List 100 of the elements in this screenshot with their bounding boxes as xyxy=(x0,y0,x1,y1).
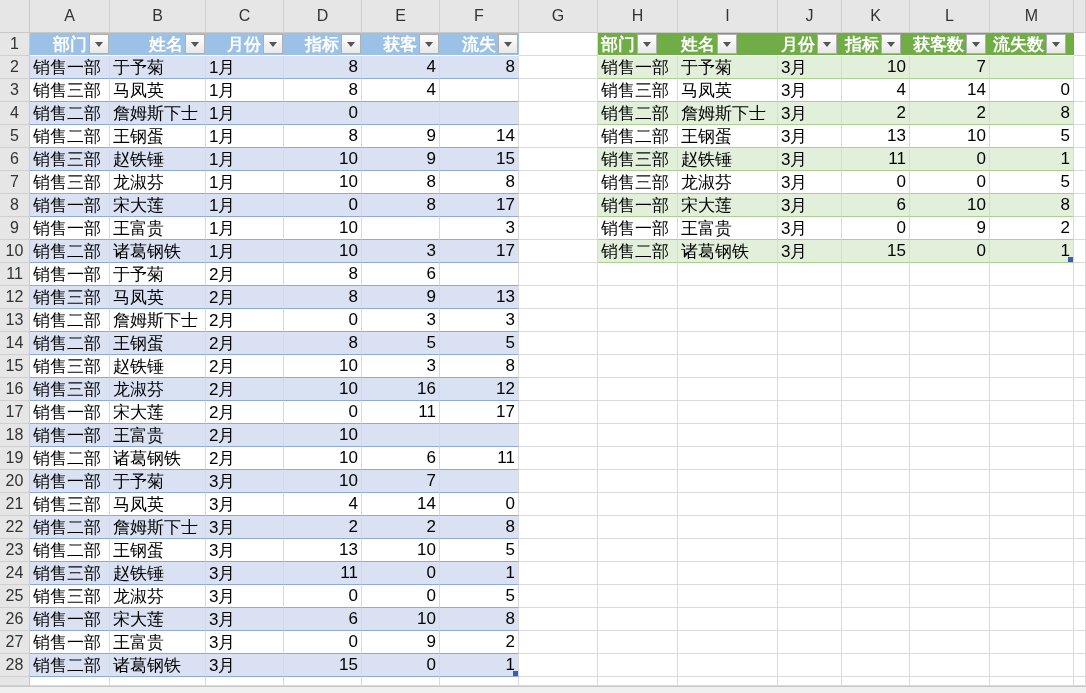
filter-button[interactable] xyxy=(341,34,361,54)
row-number[interactable]: 14 xyxy=(0,332,30,355)
column-letter[interactable]: E xyxy=(362,0,440,33)
empty-cell xyxy=(778,654,842,677)
row-number[interactable]: 11 xyxy=(0,263,30,286)
filter-button[interactable] xyxy=(89,34,109,54)
row-number[interactable]: 19 xyxy=(0,447,30,470)
table-cell: 1月 xyxy=(206,102,284,125)
table-cell: 0 xyxy=(362,585,440,608)
column-letter[interactable]: D xyxy=(284,0,362,33)
resize-handle[interactable] xyxy=(1068,257,1073,262)
column-letter[interactable]: J xyxy=(778,0,842,33)
table-cell: 13 xyxy=(284,539,362,562)
table-cell: 马凤英 xyxy=(110,493,206,516)
empty-cell xyxy=(778,516,842,539)
row-number[interactable]: 2 xyxy=(0,56,30,79)
row-number[interactable]: 4 xyxy=(0,102,30,125)
filter-button[interactable] xyxy=(419,34,439,54)
dropdown-arrow-icon xyxy=(723,41,731,47)
table-cell: 销售二部 xyxy=(30,102,110,125)
table-cell: 1月 xyxy=(206,194,284,217)
row-number[interactable]: 26 xyxy=(0,608,30,631)
table-cell: 宋大莲 xyxy=(678,194,778,217)
row-number[interactable]: 23 xyxy=(0,539,30,562)
row-number[interactable]: 16 xyxy=(0,378,30,401)
table-cell: 5 xyxy=(990,125,1074,148)
table-cell: 销售一部 xyxy=(30,470,110,493)
table-cell: 2 xyxy=(440,631,519,654)
table-cell: 9 xyxy=(362,286,440,309)
row-number[interactable]: 3 xyxy=(0,79,30,102)
column-letter[interactable]: M xyxy=(990,0,1074,33)
row-number[interactable]: 6 xyxy=(0,148,30,171)
table-cell: 销售一部 xyxy=(30,56,110,79)
table-cell: 于予菊 xyxy=(110,470,206,493)
table-cell: 销售一部 xyxy=(30,608,110,631)
row-number[interactable]: 27 xyxy=(0,631,30,654)
filter-button[interactable] xyxy=(966,34,986,54)
row-number[interactable]: 5 xyxy=(0,125,30,148)
table-cell: 销售二部 xyxy=(598,125,678,148)
filter-button[interactable] xyxy=(498,34,518,54)
empty-cell xyxy=(778,470,842,493)
table-cell: 销售三部 xyxy=(30,562,110,585)
table-cell: 王富贵 xyxy=(110,217,206,240)
table-cell: 0 xyxy=(284,194,362,217)
empty-cell xyxy=(1074,608,1086,631)
column-letter[interactable]: A xyxy=(30,0,110,33)
column-letter[interactable]: I xyxy=(678,0,778,33)
table-cell: 10 xyxy=(284,217,362,240)
filter-button[interactable] xyxy=(263,34,283,54)
row-number[interactable]: 18 xyxy=(0,424,30,447)
row-number[interactable]: 22 xyxy=(0,516,30,539)
row-number[interactable]: 25 xyxy=(0,585,30,608)
row-number[interactable]: 20 xyxy=(0,470,30,493)
filter-button[interactable] xyxy=(637,34,657,54)
table-cell: 3 xyxy=(362,355,440,378)
empty-cell xyxy=(1074,332,1086,355)
column-letter[interactable]: C xyxy=(206,0,284,33)
table-cell: 13 xyxy=(440,286,519,309)
column-letter[interactable]: L xyxy=(910,0,990,33)
column-letter[interactable]: B xyxy=(110,0,206,33)
table-cell: 4 xyxy=(362,79,440,102)
column-letter[interactable]: H xyxy=(598,0,678,33)
row-number[interactable]: 28 xyxy=(0,654,30,677)
row-number[interactable]: 9 xyxy=(0,217,30,240)
table-cell: 13 xyxy=(842,125,910,148)
table-cell: 0 xyxy=(842,217,910,240)
filter-button[interactable] xyxy=(881,34,901,54)
table-cell: 11 xyxy=(440,447,519,470)
table-cell: 8 xyxy=(284,286,362,309)
table-cell: 詹姆斯下士 xyxy=(678,102,778,125)
table-cell: 8 xyxy=(284,125,362,148)
header-label: 姓名 xyxy=(681,33,715,56)
filter-button[interactable] xyxy=(717,34,737,54)
table-cell: 7 xyxy=(362,470,440,493)
column-letter[interactable]: G xyxy=(519,0,598,33)
row-number[interactable]: 21 xyxy=(0,493,30,516)
table-cell: 4 xyxy=(842,79,910,102)
column-letter[interactable]: K xyxy=(842,0,910,33)
empty-cell xyxy=(842,332,910,355)
row-number[interactable]: 13 xyxy=(0,309,30,332)
column-letter[interactable]: F xyxy=(440,0,519,33)
row-number[interactable]: 15 xyxy=(0,355,30,378)
table-cell: 3月 xyxy=(778,240,842,263)
empty-cell xyxy=(842,493,910,516)
row-number[interactable]: 17 xyxy=(0,401,30,424)
filter-button[interactable] xyxy=(1046,34,1066,54)
filter-button[interactable] xyxy=(817,34,837,54)
row-number[interactable]: 10 xyxy=(0,240,30,263)
row-number[interactable]: 7 xyxy=(0,171,30,194)
empty-cell xyxy=(842,631,910,654)
filter-button[interactable] xyxy=(185,34,205,54)
resize-handle[interactable] xyxy=(513,671,518,676)
table-cell: 1 xyxy=(440,654,519,677)
row-number[interactable]: 24 xyxy=(0,562,30,585)
row-number[interactable]: 1 xyxy=(0,33,30,56)
row-number[interactable]: 12 xyxy=(0,286,30,309)
row-number[interactable]: 8 xyxy=(0,194,30,217)
table-cell: 10 xyxy=(362,608,440,631)
empty-cell xyxy=(1074,447,1086,470)
table-cell: 9 xyxy=(362,631,440,654)
